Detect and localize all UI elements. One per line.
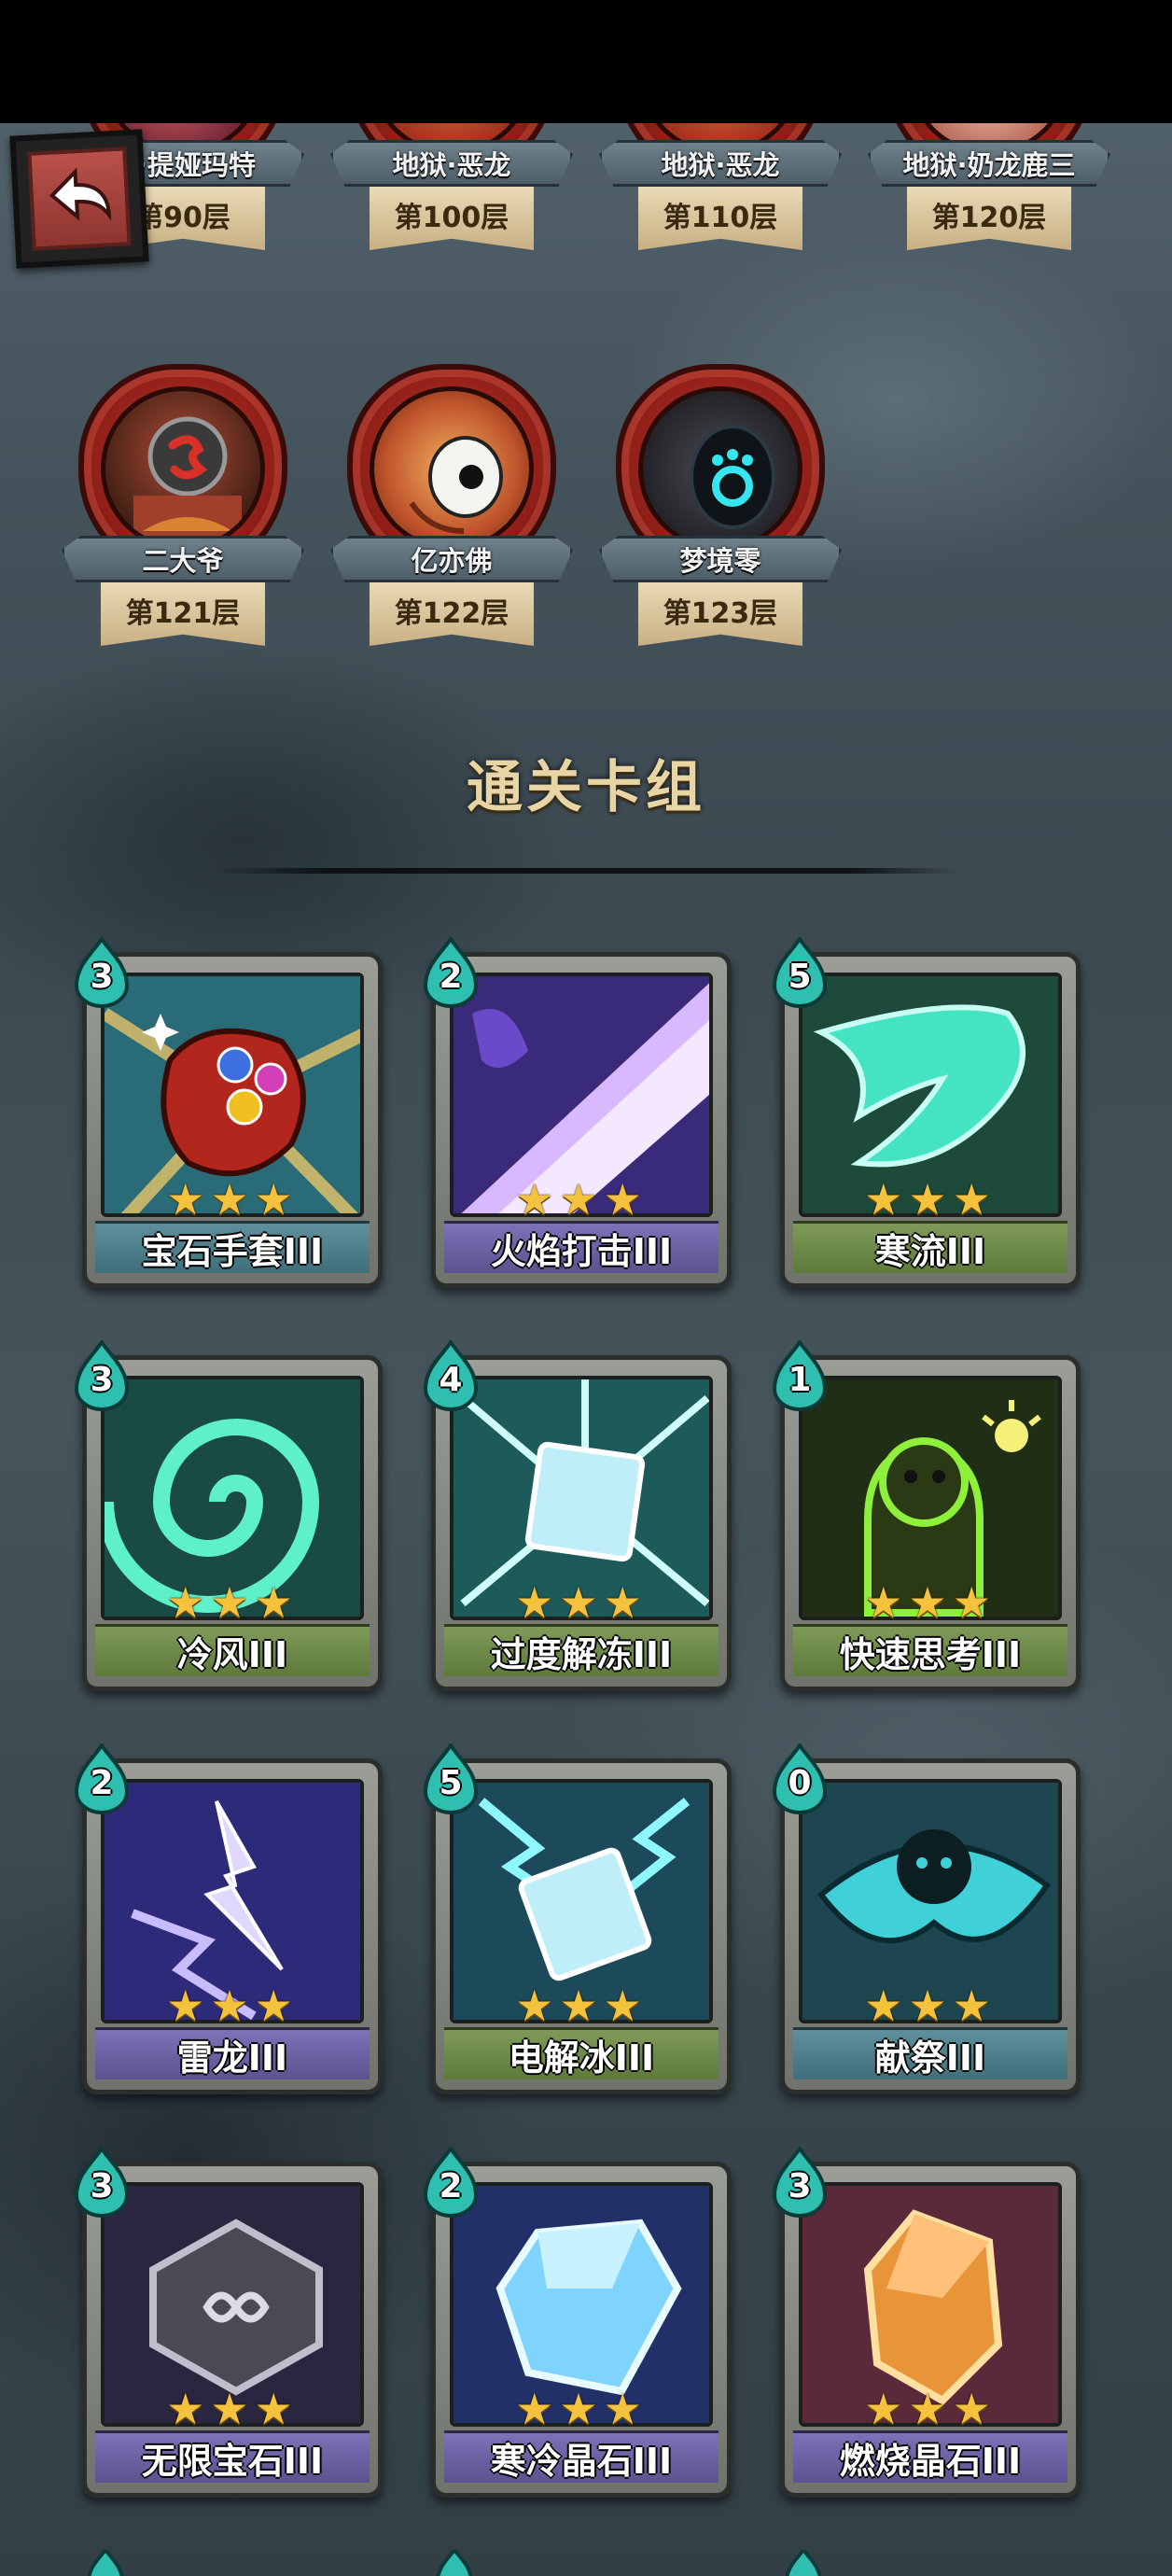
back-button[interactable] <box>9 129 149 269</box>
card-name: 雷龙III <box>95 2027 370 2079</box>
card-stars: ★★★ <box>515 1174 648 1225</box>
card-name: 献祭III <box>793 2027 1067 2079</box>
deck-card[interactable]: ★★★ 雷龙III 2 <box>74 1742 383 2094</box>
boss-floor-label: 第121层 <box>101 582 265 646</box>
boss-portrait <box>638 386 802 551</box>
boss-floor-label: 第100层 <box>370 187 534 250</box>
card-stars: ★★★ <box>864 1174 997 1225</box>
boss-floor-label: 第122层 <box>370 582 534 646</box>
card-name: 火焰打击III <box>444 1221 719 1273</box>
card-cost: 2 <box>439 958 463 996</box>
card-cost: 3 <box>90 2167 114 2205</box>
card-cost: 3 <box>788 2167 812 2205</box>
deck-card[interactable]: ★★★ 过度解冻III 4 <box>423 1338 732 1691</box>
deck-card[interactable]: ★★★ 寒流III 5 <box>772 935 1081 1288</box>
card-stars: ★★★ <box>515 1577 648 1628</box>
card-cost-badge: 5 <box>769 935 830 1008</box>
deck-card[interactable]: ★★★ 无限宝石III 3 <box>74 2145 383 2498</box>
card-name: 寒冷晶石III <box>444 2430 719 2483</box>
card-cost: 4 <box>439 1361 463 1399</box>
card-name: 快速思考III <box>793 1624 1067 1676</box>
boss-name: 亿亦佛 <box>330 536 573 582</box>
boss-badge[interactable]: 梦境零 第123层 <box>599 364 842 672</box>
boss-name: 地狱·恶龙 <box>330 140 573 187</box>
deck-card[interactable]: ★★★ 献祭III 0 <box>772 1742 1081 2094</box>
deck-card[interactable]: ★★★ 寒冷晶石III 2 <box>423 2145 732 2498</box>
boss-badge[interactable]: 亿亦佛 第122层 <box>330 364 573 672</box>
section-title: 通关卡组 <box>467 755 705 820</box>
card-cost-badge: 5 <box>420 1742 481 1814</box>
deck-card[interactable]: ★★★ 火焰打击III 2 <box>423 935 732 1288</box>
card-cost: 3 <box>90 958 114 996</box>
card-stars: ★★★ <box>166 1174 299 1225</box>
boss-floor-label: 第110层 <box>638 187 802 250</box>
card-cost-badge: 2 <box>420 2145 481 2218</box>
card-stars: ★★★ <box>864 1577 997 1628</box>
card-stars: ★★★ <box>166 1577 299 1628</box>
next-row-cost-drop <box>431 2546 478 2576</box>
divider <box>215 868 957 874</box>
page: …·提娅玛特 第90层 地狱·恶龙 第100层 地狱·恶龙 第110层 地狱·奶… <box>0 0 1172 2576</box>
card-cost: 0 <box>788 1764 812 1802</box>
boss-name: 梦境零 <box>599 536 842 582</box>
card-stars: ★★★ <box>166 1981 299 2031</box>
card-name: 无限宝石III <box>95 2430 370 2483</box>
boss-floor-label: 第120层 <box>907 187 1071 250</box>
boss-floor-label: 第123层 <box>638 582 802 646</box>
card-stars: ★★★ <box>515 2384 648 2434</box>
card-stars: ★★★ <box>864 2384 997 2434</box>
boss-portrait <box>370 386 534 551</box>
boss-name: 地狱·奶龙鹿三 <box>868 140 1110 187</box>
next-row-cost-drop <box>780 2546 827 2576</box>
card-cost: 5 <box>788 958 812 996</box>
card-stars: ★★★ <box>864 1981 997 2031</box>
card-cost-badge: 1 <box>769 1338 830 1411</box>
card-cost-badge: 3 <box>71 1338 133 1411</box>
card-cost-badge: 4 <box>420 1338 481 1411</box>
deck-card[interactable]: ★★★ 冷风III 3 <box>74 1338 383 1691</box>
boss-name: 地狱·恶龙 <box>599 140 842 187</box>
deck-card[interactable]: ★★★ 快速思考III 1 <box>772 1338 1081 1691</box>
boss-portrait <box>101 386 265 551</box>
boss-name: 二大爷 <box>62 536 304 582</box>
deck-card[interactable]: ★★★ 燃烧晶石III 3 <box>772 2145 1081 2498</box>
boss-badge[interactable]: 二大爷 第121层 <box>62 364 304 672</box>
card-name: 过度解冻III <box>444 1624 719 1676</box>
card-name: 电解冰III <box>444 2027 719 2079</box>
card-cost-badge: 3 <box>71 935 133 1008</box>
card-stars: ★★★ <box>515 1981 648 2031</box>
card-name: 冷风III <box>95 1624 370 1676</box>
card-cost: 2 <box>90 1764 114 1802</box>
card-cost: 2 <box>439 2167 463 2205</box>
card-cost-badge: 2 <box>71 1742 133 1814</box>
card-name: 宝石手套III <box>95 1221 370 1273</box>
card-name: 寒流III <box>793 1221 1067 1273</box>
card-cost-badge: 3 <box>71 2145 133 2218</box>
back-arrow-icon <box>27 147 132 251</box>
card-cost-badge: 2 <box>420 935 481 1008</box>
card-stars: ★★★ <box>166 2384 299 2434</box>
card-cost-badge: 3 <box>769 2145 830 2218</box>
card-cost: 5 <box>439 1764 463 1802</box>
next-row-cost-drop <box>82 2546 129 2576</box>
card-cost: 1 <box>788 1361 812 1399</box>
top-black-bar <box>0 0 1172 123</box>
deck-card[interactable]: ★★★ 电解冰III 5 <box>423 1742 732 2094</box>
deck-card[interactable]: ★★★ 宝石手套III 3 <box>74 935 383 1288</box>
card-cost-badge: 0 <box>769 1742 830 1814</box>
card-name: 燃烧晶石III <box>793 2430 1067 2483</box>
card-cost: 3 <box>90 1361 114 1399</box>
